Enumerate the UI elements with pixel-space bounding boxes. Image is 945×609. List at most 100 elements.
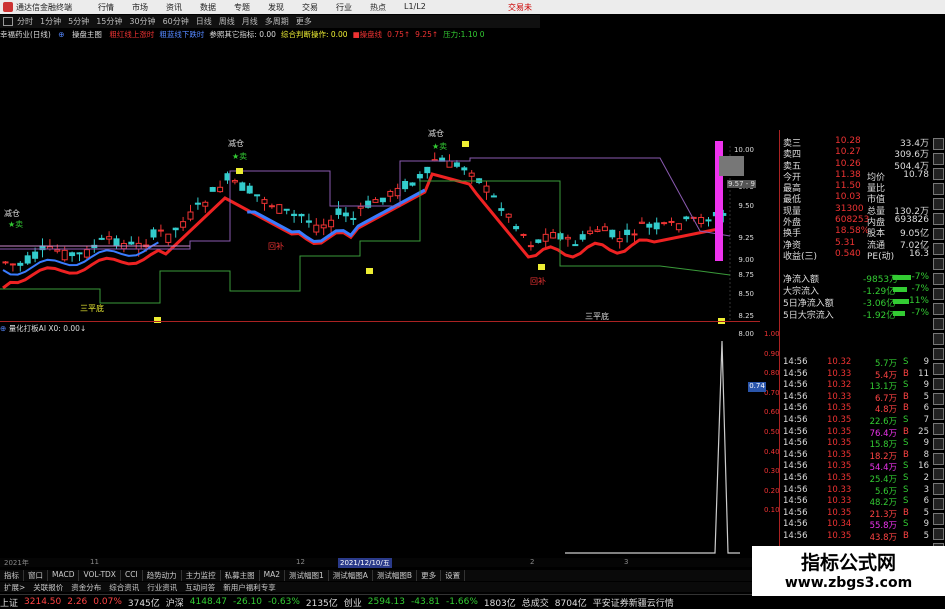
toolbar-icon[interactable]	[933, 273, 944, 285]
toolbar-icon[interactable]	[933, 228, 944, 240]
tick-volume: 5.7万	[874, 359, 897, 369]
signal-square	[366, 268, 373, 274]
price-chart[interactable]: 减仓★卖减仓★卖减仓★卖三平底三平底回补回补	[0, 41, 760, 561]
toolbar-icon[interactable]	[933, 513, 944, 525]
toolbar-icon[interactable]	[933, 348, 944, 360]
date-label: 3	[624, 558, 629, 566]
toolbar-icon[interactable]	[933, 243, 944, 255]
status-item: -43.81	[411, 597, 441, 607]
candle	[461, 167, 468, 171]
tick-volume: 5.4万	[874, 370, 897, 381]
candle	[387, 190, 394, 197]
trade-button[interactable]: 交易未	[508, 2, 532, 13]
toolbar-icon[interactable]	[933, 258, 944, 270]
fund-flow-pct: -7%	[911, 284, 929, 294]
indicator-tab[interactable]: 测试幅图1	[285, 570, 329, 581]
menu-item[interactable]: 热点	[370, 2, 386, 13]
tick-list[interactable]: 14:56 10.32 5.7万 S 9 14:56 10.33 5.4万 B 11 14:56 10…	[781, 357, 929, 543]
toolbar-icon[interactable]	[933, 363, 944, 375]
period-tab[interactable]: 周线	[219, 16, 235, 27]
period-tab[interactable]: 5分钟	[68, 16, 89, 27]
toolbar-icon[interactable]	[933, 528, 944, 540]
info-tab[interactable]: 新用户福利专享	[219, 582, 280, 592]
toolbar-icon[interactable]	[933, 498, 944, 510]
info-tab[interactable]: 扩展>	[0, 582, 29, 592]
toolbar-icon[interactable]	[933, 183, 944, 195]
toolbar-icon[interactable]	[933, 423, 944, 435]
quote-row: 现量 31300 总量 130.2万	[781, 203, 929, 217]
indicator-tab[interactable]: VOL-TDX	[79, 570, 121, 581]
toolbar-icon[interactable]	[933, 303, 944, 315]
indicator-tab[interactable]: 测试幅图A	[329, 570, 373, 581]
toolbar-icon[interactable]	[933, 168, 944, 180]
candle	[157, 229, 164, 232]
menu-item[interactable]: 发现	[268, 2, 284, 13]
menu-item[interactable]: 市场	[132, 2, 148, 13]
menu-item[interactable]: L1/L2	[404, 2, 426, 13]
indicator-tab[interactable]: 更多	[417, 570, 442, 581]
indicator-value: 粗蓝线下跌时	[159, 30, 205, 39]
menu-item[interactable]: 专题	[234, 2, 250, 13]
period-tab[interactable]: 日线	[196, 16, 212, 27]
info-tab[interactable]: 行业资讯	[143, 582, 181, 592]
menu-item[interactable]: 行业	[336, 2, 352, 13]
menu-item[interactable]: 行情	[98, 2, 114, 13]
indicator-tab[interactable]: 设置	[441, 570, 466, 581]
menu-item[interactable]: 交易	[302, 2, 318, 13]
indicator-tab[interactable]: 趋势动力	[143, 570, 182, 581]
toolbar-icon[interactable]	[933, 288, 944, 300]
tick-volume: 43.8万	[869, 532, 897, 543]
candle	[402, 180, 409, 190]
toolbar-icon[interactable]	[933, 138, 944, 150]
candle	[276, 204, 283, 214]
indicator-tab[interactable]: 主力监控	[182, 570, 221, 581]
toolbar-icon[interactable]	[933, 153, 944, 165]
period-tab[interactable]: 多周期	[265, 16, 289, 27]
toolbar-icon[interactable]	[933, 198, 944, 210]
info-tab[interactable]: 互动问答	[181, 582, 219, 592]
tick-time: 14:56	[783, 449, 808, 460]
fund-flow-row: 大宗流入 -1.29亿 -7%	[781, 284, 929, 297]
toolbar-icon[interactable]	[933, 318, 944, 330]
menu-item[interactable]: 数据	[200, 2, 216, 13]
candle	[283, 208, 290, 211]
info-tab[interactable]: 资金分布	[67, 582, 105, 592]
indicator-value: 9.25↑	[415, 30, 439, 39]
period-tab[interactable]: 15分钟	[96, 16, 122, 27]
toolbar-icon[interactable]	[933, 333, 944, 345]
indicator-tab[interactable]: 指标	[0, 570, 24, 581]
toolbar-icon[interactable]	[933, 393, 944, 405]
candle	[683, 216, 690, 220]
toolbar-icon[interactable]	[933, 438, 944, 450]
tick-volume: 25.4万	[869, 474, 897, 485]
toolbar-icon[interactable]	[933, 213, 944, 225]
period-tab[interactable]: 月线	[242, 16, 258, 27]
indicator-tab[interactable]: 窗口	[24, 570, 48, 581]
period-tab[interactable]: 1分钟	[40, 16, 61, 27]
toolbar-icon[interactable]	[933, 483, 944, 495]
period-tab[interactable]: 30分钟	[129, 16, 155, 27]
info-tab[interactable]: 关联报价	[29, 582, 67, 592]
menu-item[interactable]: 资讯	[166, 2, 182, 13]
tick-side: S	[903, 438, 909, 449]
window-icon[interactable]	[3, 17, 13, 26]
toolbar-icon[interactable]	[933, 468, 944, 480]
tick-row: 14:56 10.35 15.8万 S 9	[781, 438, 929, 450]
status-item: -26.10	[233, 597, 263, 607]
fund-flow-bar	[893, 311, 905, 316]
period-tab[interactable]: 更多	[296, 16, 312, 27]
indicator-tab[interactable]: MACD	[48, 570, 80, 581]
tick-time: 14:56	[783, 391, 808, 402]
period-tab[interactable]: 60分钟	[163, 16, 189, 27]
indicator-tab[interactable]: MA2	[260, 570, 286, 581]
toolbar-icon[interactable]	[933, 408, 944, 420]
indicator-tab[interactable]: 私募主图	[221, 570, 260, 581]
quote-row: 最高 11.50 量比	[781, 181, 929, 194]
info-tab[interactable]: 综合资讯	[105, 582, 143, 592]
period-tab[interactable]: 分时	[17, 16, 33, 27]
quote-value: 31300	[835, 203, 864, 214]
indicator-tab[interactable]: CCI	[121, 570, 143, 581]
indicator-tab[interactable]: 测试幅图B	[373, 570, 418, 581]
toolbar-icon[interactable]	[933, 453, 944, 465]
toolbar-icon[interactable]	[933, 378, 944, 390]
